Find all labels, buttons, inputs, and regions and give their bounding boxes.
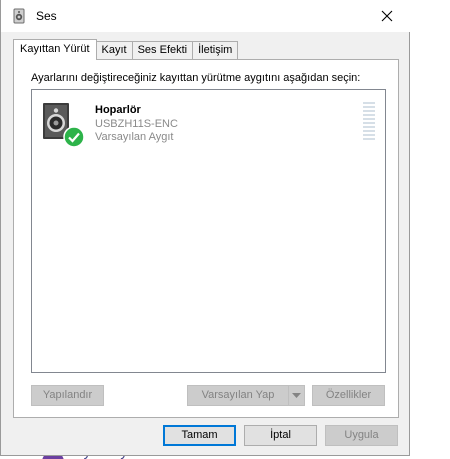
cancel-button[interactable]: İptal — [244, 425, 317, 446]
ok-button[interactable]: Tamam — [163, 425, 236, 446]
device-status: Varsayılan Aygıt — [95, 131, 174, 143]
green-check-icon — [63, 126, 85, 148]
chevron-down-icon — [292, 392, 301, 398]
close-icon — [381, 10, 393, 22]
tab-sound-effects[interactable]: Ses Efekti — [131, 41, 194, 60]
sound-dialog: Ses Kayıttan Yürüt Kayıt Ses Efekti İlet… — [0, 0, 410, 456]
instruction-text: Ayarlarını değiştireceğiniz kayıttan yür… — [31, 72, 361, 84]
volume-level-meter — [363, 102, 375, 142]
playback-panel: Ayarlarını değiştireceğiniz kayıttan yür… — [13, 59, 399, 418]
properties-button[interactable]: Özellikler — [312, 385, 385, 406]
tab-strip: Kayıttan Yürüt Kayıt Ses Efekti İletişim — [13, 39, 239, 60]
device-name: Hoparlör — [95, 104, 141, 116]
speaker-app-icon — [11, 8, 27, 24]
close-button[interactable] — [364, 0, 410, 32]
apply-button[interactable]: Uygula — [325, 425, 398, 446]
list-item-speaker[interactable]: Hoparlör USBZH11S-ENC Varsayılan Aygıt — [40, 100, 380, 148]
set-default-dropdown[interactable] — [288, 385, 305, 406]
tab-playback[interactable]: Kayıttan Yürüt — [13, 39, 97, 60]
tab-recording[interactable]: Kayıt — [95, 41, 133, 60]
device-model: USBZH11S-ENC — [95, 118, 178, 130]
device-list[interactable]: Hoparlör USBZH11S-ENC Varsayılan Aygıt — [31, 89, 386, 373]
title-bar[interactable]: Ses — [1, 0, 410, 32]
set-default-button[interactable]: Varsayılan Yap — [187, 385, 289, 406]
tab-communications[interactable]: İletişim — [192, 41, 239, 60]
window-title: Ses — [36, 9, 57, 23]
configure-button[interactable]: Yapılandır — [31, 385, 104, 406]
